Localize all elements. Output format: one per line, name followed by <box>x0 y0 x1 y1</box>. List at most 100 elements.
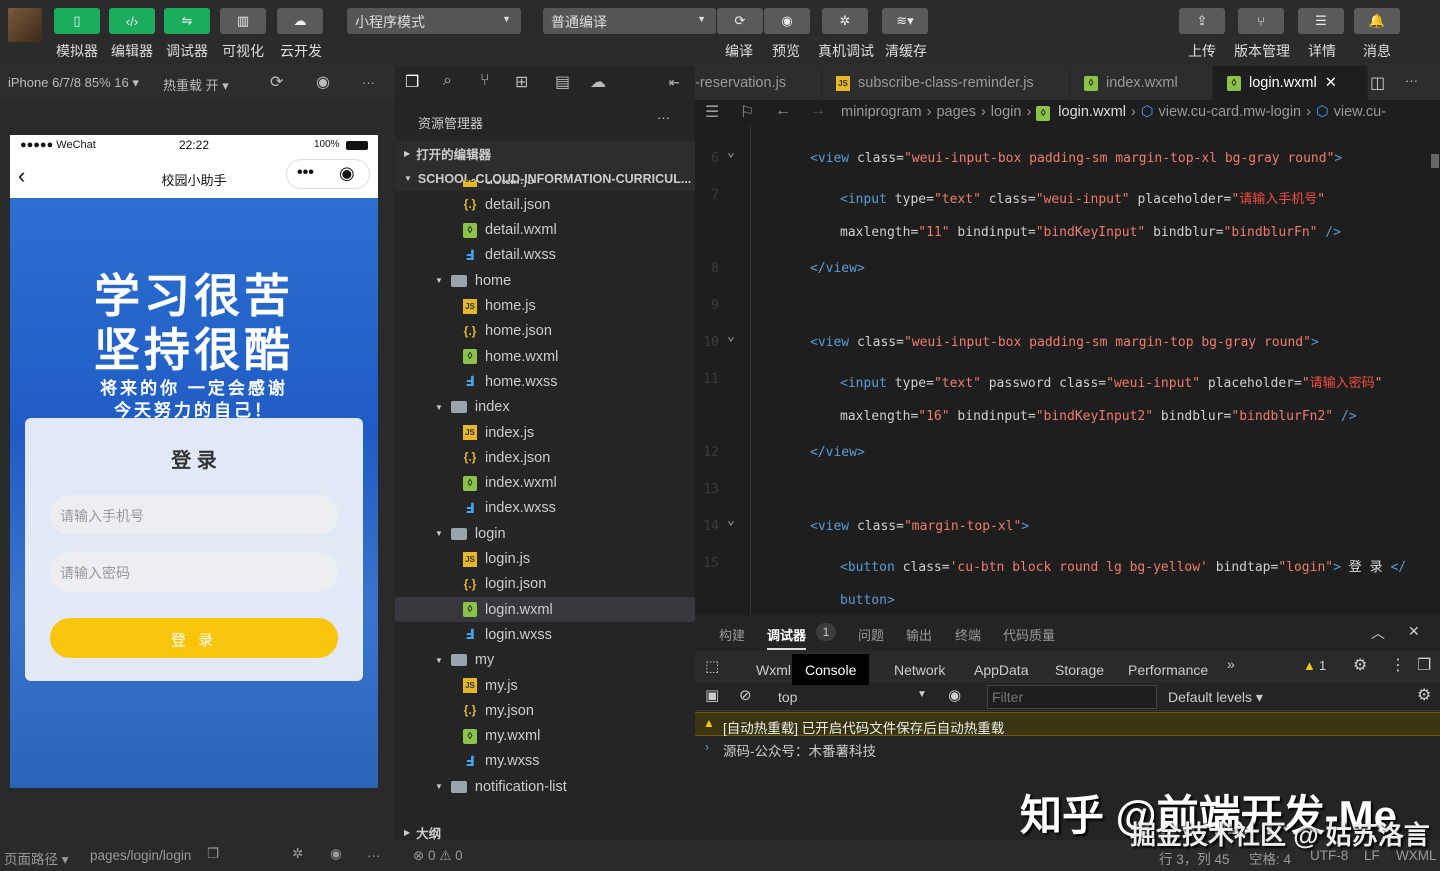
files-icon[interactable]: ❐ <box>405 72 419 92</box>
panel-tab-4[interactable]: 终端 <box>955 625 981 644</box>
eye-icon[interactable]: ◉ <box>948 686 961 704</box>
console-settings-icon[interactable]: ⚙ <box>1417 685 1431 705</box>
breadcrumb-item[interactable]: miniprogram <box>841 104 922 120</box>
file-item[interactable]: Ⅎhome.wxss <box>395 369 695 394</box>
tab-login.wxml[interactable]: ◊ login.wxml ✕ <box>1213 66 1368 100</box>
source-control-icon[interactable]: ⑂ <box>480 72 490 90</box>
file-item[interactable]: JS home.js <box>395 294 695 319</box>
context-select[interactable]: top <box>778 689 797 705</box>
page-path-select[interactable]: 页面路径 ▾ <box>4 848 69 868</box>
close-capsule-icon[interactable]: ◉ <box>339 163 355 184</box>
fold-chevron-icon[interactable]: ⌄ <box>727 329 735 344</box>
编译-button[interactable]: ⟳ <box>717 8 763 34</box>
file-item[interactable]: {.} home.json <box>395 319 695 344</box>
清缓存-button[interactable]: ≋▾ <box>882 8 928 34</box>
back-arrow-icon[interactable]: ← <box>775 102 791 120</box>
tab-index.wxml[interactable]: ◊ index.wxml <box>1070 66 1213 100</box>
more-icon[interactable]: ··· <box>367 848 381 863</box>
device-select[interactable]: iPhone 6/7/8 85% 16 ▾ <box>8 75 139 91</box>
open-editors-section[interactable]: ▶ 打开的编辑器 <box>395 141 695 166</box>
problems-count[interactable]: ⊗ 0 ⚠ 0 <box>413 848 463 864</box>
devtools-tab-storage[interactable]: Storage <box>1055 654 1104 685</box>
file-item[interactable]: {.} login.json <box>395 572 695 597</box>
消息-button[interactable]: 🔔 <box>1354 8 1400 34</box>
编辑器-button[interactable]: ‹/› <box>109 8 155 34</box>
file-item[interactable]: Ⅎlogin.wxss <box>395 622 695 647</box>
真机调试-button[interactable]: ✲ <box>822 8 868 34</box>
avatar[interactable] <box>8 8 42 42</box>
panel-icon[interactable]: ▤ <box>555 72 570 92</box>
devtools-tab-console[interactable]: Console <box>792 654 870 685</box>
code-editor[interactable]: 6 ⌄ <view class="weui-input-box padding-sm… <box>695 126 1440 615</box>
stop-icon[interactable]: ◉ <box>316 72 330 92</box>
file-item[interactable]: JS detail.js <box>395 180 695 192</box>
file-item[interactable]: {.} detail.json <box>395 192 695 217</box>
close-icon[interactable]: ✕ <box>1408 623 1420 640</box>
docker-icon[interactable]: ☁ <box>590 72 606 92</box>
tab--reservation.js[interactable]: -reservation.js <box>695 66 822 100</box>
fold-chevron-icon[interactable]: ⌄ <box>727 513 735 528</box>
tab-subscribe-class-reminder.js[interactable]: JS subscribe-class-reminder.js <box>822 66 1070 100</box>
bug-icon[interactable]: ✲ <box>292 846 303 862</box>
panel-tab-0[interactable]: 构建 <box>719 625 745 644</box>
file-item[interactable]: Ⅎmy.wxss <box>395 749 695 774</box>
file-item[interactable]: ◊ detail.wxml <box>395 218 695 243</box>
phone-input[interactable]: 请输入手机号 <box>50 495 338 535</box>
fold-chevron-icon[interactable]: ⌄ <box>727 145 735 160</box>
rotate-icon[interactable]: ⟳ <box>270 72 283 92</box>
云开发-button[interactable]: ☁ <box>277 8 323 34</box>
login-button[interactable]: 登 录 <box>50 618 338 658</box>
devtools-tab-performance[interactable]: Performance <box>1128 654 1208 685</box>
more-icon[interactable]: ··· <box>657 110 670 125</box>
sidebar-toggle-icon[interactable]: ▣ <box>705 686 719 704</box>
more-tabs-icon[interactable]: » <box>1227 656 1235 672</box>
clear-console-icon[interactable]: ⊘ <box>739 686 752 704</box>
more-icon[interactable]: ··· <box>362 75 375 90</box>
undock-icon[interactable]: ❐ <box>1417 655 1431 675</box>
settings-icon[interactable]: ⚙ <box>1353 655 1367 675</box>
file-item[interactable]: Ⅎdetail.wxss <box>395 243 695 268</box>
详情-button[interactable]: ☰ <box>1298 8 1344 34</box>
folder-item[interactable]: ▼ my <box>395 648 695 673</box>
devtools-tab-wxml[interactable]: Wxml <box>756 654 791 685</box>
outline-list-icon[interactable]: ☰ <box>705 102 719 122</box>
filter-input[interactable] <box>987 685 1157 709</box>
预览-button[interactable]: ◉ <box>764 8 810 34</box>
版本管理-button[interactable]: ⑂ <box>1238 8 1284 34</box>
file-item[interactable]: ◊ home.wxml <box>395 344 695 369</box>
file-item[interactable]: JS my.js <box>395 673 695 698</box>
forward-arrow-icon[interactable]: → <box>810 102 826 120</box>
maximize-icon[interactable]: ︿ <box>1371 623 1385 643</box>
capsule-menu[interactable]: ••• ◉ <box>286 159 370 189</box>
folder-item[interactable]: ▼ index <box>395 395 695 420</box>
file-item[interactable]: {.} my.json <box>395 698 695 723</box>
collapse-sidebar-icon[interactable]: ⇤ <box>669 75 680 91</box>
more-icon[interactable]: ··· <box>1405 73 1418 88</box>
bookmark-icon[interactable]: ⚐ <box>740 102 754 122</box>
模拟器-button[interactable]: ▯ <box>54 8 100 34</box>
folder-item[interactable]: ▼ home <box>395 268 695 293</box>
compile-mode-select[interactable]: 普通编译 ▼ <box>543 8 716 34</box>
panel-tab-2[interactable]: 问题 <box>858 625 884 644</box>
file-item[interactable]: ◊ index.wxml <box>395 471 695 496</box>
file-item[interactable]: ◊ login.wxml <box>395 597 695 623</box>
levels-select[interactable]: Default levels ▾ <box>1168 689 1263 706</box>
eye-icon[interactable]: ◉ <box>330 846 342 862</box>
上传-button[interactable]: ⇪ <box>1179 8 1225 34</box>
调试器-button[interactable]: ⇋ <box>164 8 210 34</box>
devtools-tab-appdata[interactable]: AppData <box>974 654 1028 685</box>
split-editor-icon[interactable]: ◫ <box>1370 73 1385 93</box>
more-dots-icon[interactable]: ••• <box>297 164 314 182</box>
panel-tab-1[interactable]: 调试器 <box>767 625 807 650</box>
folder-item[interactable]: ▼ notification-list <box>395 774 695 799</box>
devtools-tab-network[interactable]: Network <box>894 654 945 685</box>
chevron-right-icon[interactable]: › <box>705 740 709 754</box>
breadcrumb-item[interactable]: view.cu-card.mw-login <box>1158 104 1301 120</box>
mode-select[interactable]: 小程序模式 ▼ <box>347 8 521 34</box>
file-item[interactable]: JS login.js <box>395 547 695 572</box>
warning-count[interactable]: 1 <box>1319 658 1326 673</box>
panel-tab-5[interactable]: 代码质量 <box>1003 625 1055 644</box>
extensions-icon[interactable]: ⊞ <box>515 72 528 92</box>
file-item[interactable]: JS index.js <box>395 420 695 445</box>
hot-reload-toggle[interactable]: 热重载 开 ▾ <box>163 75 229 94</box>
